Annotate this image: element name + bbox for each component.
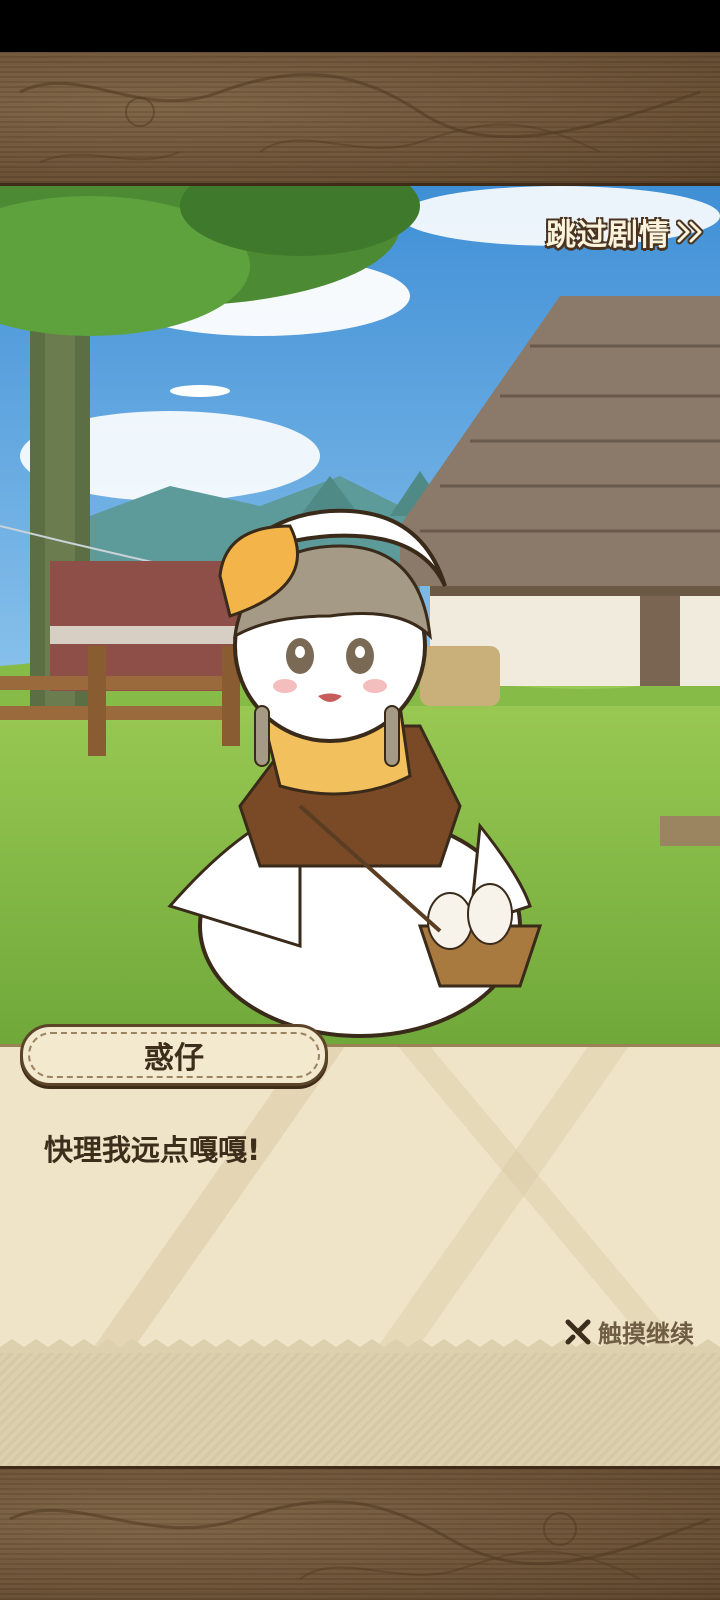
dialog-line: 快理我远点嘎嘎! xyxy=(44,1133,261,1167)
top-map-frame xyxy=(0,52,720,186)
double-chevron-right-icon xyxy=(676,219,704,245)
speaker-name: 惑仔 xyxy=(144,1041,204,1076)
scene-illustration xyxy=(0,186,720,1048)
dialog-lower-band xyxy=(0,1353,720,1469)
status-bar xyxy=(0,0,720,52)
sword-cross-icon xyxy=(565,1319,591,1344)
story-scene[interactable] xyxy=(0,186,720,1048)
map-decoration xyxy=(9,1500,711,1580)
skip-story-button[interactable]: 跳过剧情 xyxy=(546,206,706,258)
skip-story-label: 跳过剧情 xyxy=(546,218,670,253)
speaker-name-plate: 惑仔 xyxy=(20,1024,328,1086)
tap-to-continue[interactable]: 触摸继续 xyxy=(564,1314,694,1349)
tap-to-continue-label: 触摸继续 xyxy=(598,1320,694,1348)
dialog-box[interactable] xyxy=(0,1044,720,1469)
map-decoration xyxy=(19,73,701,163)
bottom-map-frame xyxy=(0,1466,720,1600)
